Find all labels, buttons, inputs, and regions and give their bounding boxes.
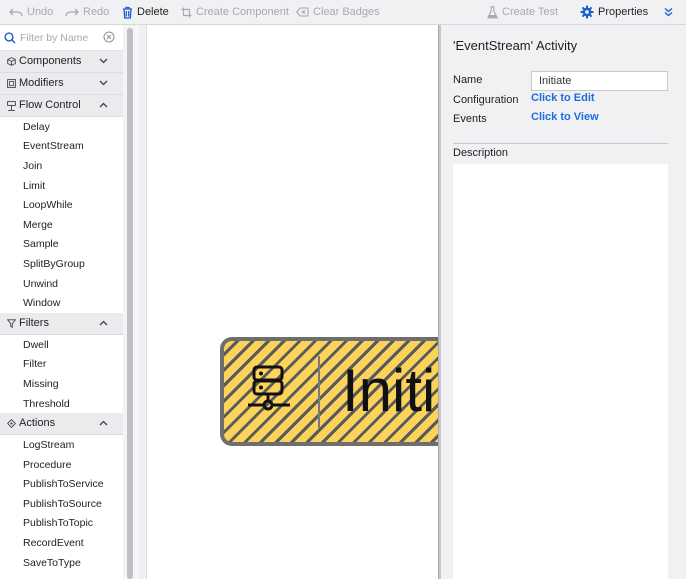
canvas-gutter: [138, 25, 147, 579]
clear-filter-icon[interactable]: [103, 31, 115, 43]
section-divider: [453, 143, 668, 144]
eraser-icon: [296, 7, 309, 17]
palette-item-savetotype[interactable]: SaveToType: [0, 553, 123, 573]
server-icon: [248, 365, 290, 411]
toolbar-overflow-button[interactable]: [664, 0, 673, 24]
create-component-button[interactable]: Create Component: [181, 0, 289, 24]
undo-label: Undo: [27, 6, 54, 18]
gear-icon: [580, 5, 594, 19]
square-icon: [7, 79, 16, 88]
create-test-label: Create Test: [502, 6, 559, 18]
properties-title: 'EventStream' Activity: [453, 38, 578, 53]
palette-item-window[interactable]: Window: [0, 293, 123, 313]
palette-item-splitbygroup[interactable]: SplitByGroup: [0, 254, 123, 274]
create-test-button[interactable]: Create Test: [487, 0, 558, 24]
chevron-up-icon: [99, 102, 108, 108]
category-filters[interactable]: Filters: [0, 312, 123, 335]
chevron-double-down-icon: [664, 7, 673, 17]
redo-label: Redo: [83, 6, 110, 18]
palette-item-merge[interactable]: Merge: [0, 215, 123, 235]
palette-item-unwind[interactable]: Unwind: [0, 274, 123, 294]
palette-item-filter[interactable]: Filter: [0, 355, 123, 375]
category-components[interactable]: Components: [0, 51, 123, 73]
name-field[interactable]: [531, 71, 668, 91]
palette-item-sample[interactable]: Sample: [0, 235, 123, 255]
filter-input[interactable]: [20, 30, 100, 46]
configuration-label: Configuration: [453, 94, 519, 106]
events-label: Events: [453, 113, 487, 125]
chevron-down-icon: [99, 80, 108, 86]
palette-item-delay[interactable]: Delay: [0, 117, 123, 137]
funnel-icon: [7, 319, 16, 328]
description-field[interactable]: [453, 164, 668, 579]
diamond-icon: [7, 419, 16, 429]
category-actions[interactable]: Actions: [0, 413, 123, 436]
palette-item-threshold[interactable]: Threshold: [0, 394, 123, 414]
category-flow-control[interactable]: Flow Control: [0, 95, 123, 117]
undo-icon: [9, 8, 23, 17]
category-label: Filters: [19, 316, 49, 329]
trash-icon: [123, 6, 132, 19]
delete-button[interactable]: Delete: [122, 0, 169, 24]
palette-item-join[interactable]: Join: [0, 156, 123, 176]
configuration-edit-link[interactable]: Click to Edit: [531, 92, 595, 104]
palette-item-publishtoservice[interactable]: PublishToService: [0, 475, 123, 495]
palette-scrollbar[interactable]: [123, 25, 137, 579]
filter-bar: [0, 25, 123, 51]
palette-item-publishtotopic[interactable]: PublishToTopic: [0, 514, 123, 534]
chevron-down-icon: [99, 58, 108, 64]
clear-badges-button[interactable]: Clear Badges: [296, 0, 380, 24]
palette-item-eventstream[interactable]: EventStream: [0, 137, 123, 157]
create-component-label: Create Component: [196, 6, 289, 18]
category-modifiers[interactable]: Modifiers: [0, 73, 123, 95]
cube-icon: [7, 57, 16, 66]
crop-icon: [181, 7, 192, 17]
palette-item-limit[interactable]: Limit: [0, 176, 123, 196]
description-label: Description: [453, 147, 509, 159]
flask-icon: [487, 5, 498, 18]
palette-item-publishtosource[interactable]: PublishToSource: [0, 494, 123, 514]
chevron-up-icon: [99, 320, 108, 326]
properties-label: Properties: [598, 6, 649, 18]
delete-label: Delete: [137, 6, 169, 18]
palette-item-recordevent[interactable]: RecordEvent: [0, 533, 123, 553]
node-divider: [318, 356, 320, 428]
events-view-link[interactable]: Click to View: [531, 111, 599, 123]
activity-node[interactable]: Initiate: [220, 337, 438, 446]
category-label: Components: [19, 55, 82, 67]
flow-canvas[interactable]: Initiate: [138, 25, 438, 579]
palette-item-loopwhile[interactable]: LoopWhile: [0, 195, 123, 215]
redo-button[interactable]: Redo: [65, 0, 109, 24]
component-palette: Components Modifiers Flow Control Delay …: [0, 25, 137, 579]
redo-icon: [65, 8, 79, 17]
toolbar: Undo Redo Delete Create Component Clear …: [0, 0, 686, 25]
chevron-up-icon: [99, 420, 108, 426]
clear-badges-label: Clear Badges: [313, 6, 380, 18]
category-label: Flow Control: [19, 99, 81, 111]
category-label: Modifiers: [19, 77, 64, 89]
properties-panel: 'EventStream' Activity Name Configuratio…: [441, 25, 686, 579]
node-label: Initiate: [342, 357, 438, 424]
properties-button[interactable]: Properties: [580, 0, 648, 24]
palette-item-dwell[interactable]: Dwell: [0, 335, 123, 355]
undo-button[interactable]: Undo: [9, 0, 53, 24]
name-label: Name: [453, 74, 483, 86]
scrollbar-thumb[interactable]: [127, 28, 133, 579]
palette-item-procedure[interactable]: Procedure: [0, 455, 123, 475]
palette-tree: Components Modifiers Flow Control Delay …: [0, 51, 123, 572]
flow-icon: [7, 101, 16, 111]
palette-item-missing[interactable]: Missing: [0, 374, 123, 394]
search-icon: [4, 32, 16, 44]
palette-item-logstream[interactable]: LogStream: [0, 435, 123, 455]
category-label: Actions: [19, 417, 56, 430]
